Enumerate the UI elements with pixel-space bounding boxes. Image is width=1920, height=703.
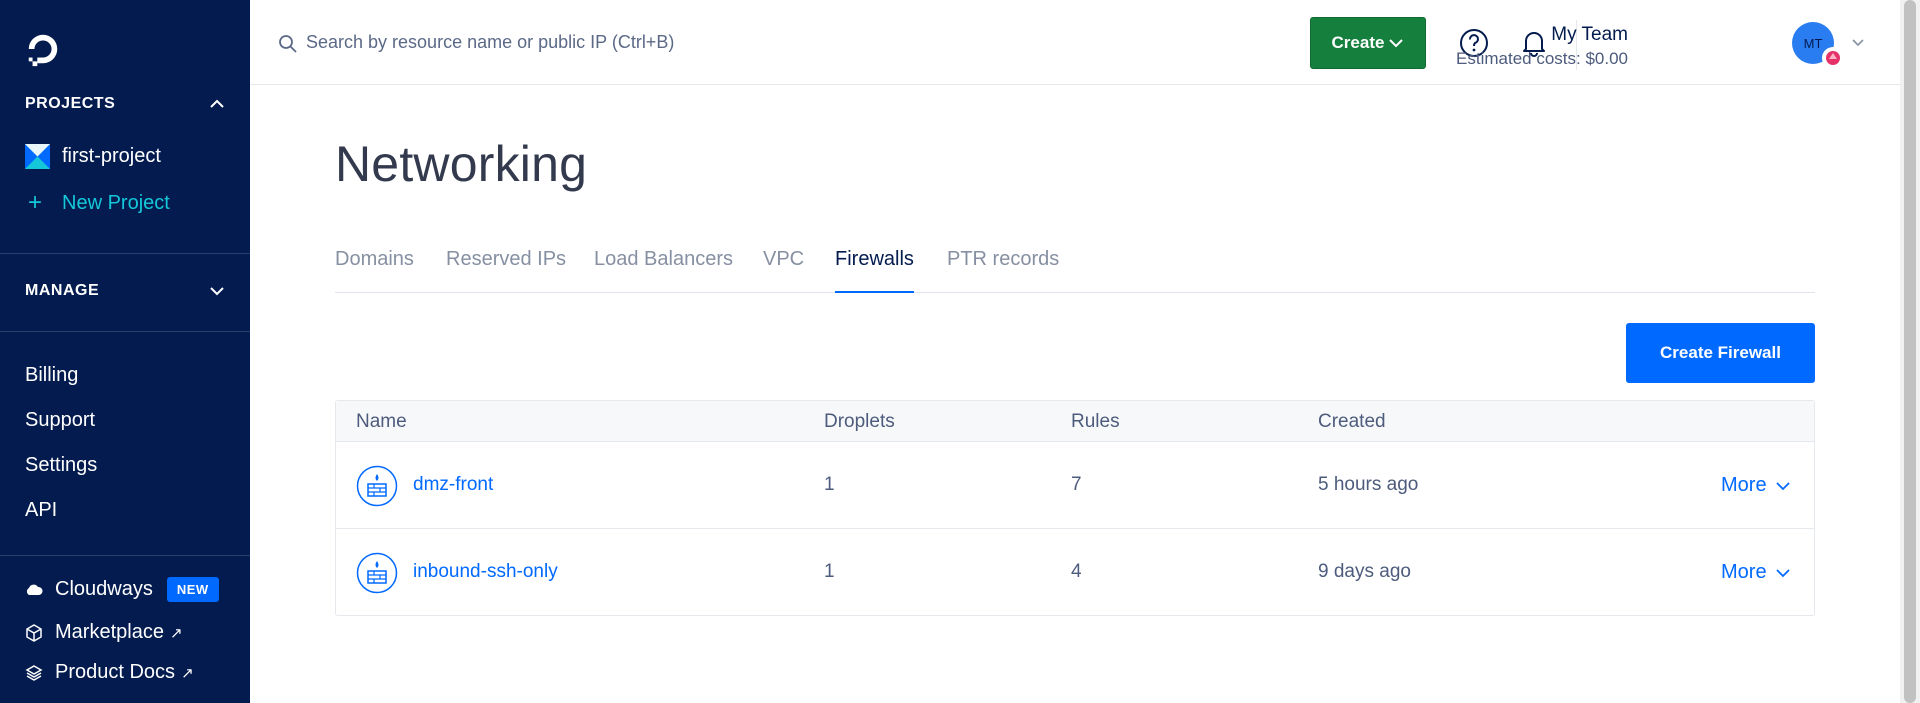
firewalls-table: Name Droplets Rules Created dmz-front 1 … [335, 400, 1815, 616]
cloudways-label: Cloudways [55, 578, 153, 600]
table-row: dmz-front 1 7 5 hours ago More [336, 442, 1814, 529]
marketplace-label: Marketplace [55, 621, 164, 643]
scrollbar-thumb[interactable] [1904, 0, 1916, 703]
cube-icon [26, 623, 42, 642]
manage-heading: MANAGE [25, 282, 100, 299]
product-docs-label: Product Docs [55, 661, 176, 683]
sidebar-item-settings[interactable]: Settings [25, 454, 97, 477]
digitalocean-logo-icon[interactable] [24, 30, 62, 68]
alert-badge-icon [1822, 47, 1844, 69]
chevron-down-icon[interactable] [1850, 34, 1866, 50]
new-project-link[interactable]: + New Project [28, 191, 170, 215]
rules-count: 4 [1071, 561, 1082, 582]
droplets-count: 1 [824, 561, 835, 582]
created-time: 5 hours ago [1318, 474, 1419, 495]
new-badge: NEW [166, 577, 219, 602]
external-link-icon: ↗ [169, 624, 183, 642]
chevron-up-icon [210, 99, 224, 108]
more-menu-button[interactable]: More [1721, 474, 1791, 497]
sidebar: PROJECTS first-project + New Project MAN… [0, 0, 250, 703]
external-link-icon: ↗ [181, 664, 194, 682]
firewall-icon [356, 552, 398, 594]
create-button[interactable]: Create [1310, 17, 1426, 69]
sidebar-item-marketplace[interactable]: Marketplace ↗ [25, 621, 183, 644]
sidebar-item-product-docs[interactable]: Product Docs ↗ [25, 661, 194, 684]
column-header-droplets: Droplets [824, 411, 895, 432]
search-input[interactable] [306, 26, 826, 58]
sidebar-item-billing[interactable]: Billing [25, 364, 78, 387]
search-icon [279, 35, 297, 53]
table-header: Name Droplets Rules Created [336, 401, 1814, 442]
sidebar-divider [0, 331, 250, 332]
top-bar: Create My Team Estimated costs: $0.00 MT [250, 0, 1900, 85]
chevron-down-icon [1775, 481, 1790, 490]
created-time: 9 days ago [1318, 561, 1411, 582]
firewall-name-link[interactable]: dmz-front [413, 474, 493, 496]
projects-heading: PROJECTS [25, 95, 116, 112]
team-name[interactable]: My Team [1551, 24, 1628, 46]
sidebar-item-api[interactable]: API [25, 499, 57, 522]
rules-count: 7 [1071, 474, 1082, 495]
create-firewall-button[interactable]: Create Firewall [1626, 323, 1815, 383]
cloud-icon [26, 584, 43, 595]
avatar-initials: MT [1803, 35, 1823, 51]
more-menu-button[interactable]: More [1721, 561, 1791, 584]
tab-ptr-records[interactable]: PTR records [947, 248, 1059, 293]
column-header-rules: Rules [1071, 411, 1120, 432]
scrollbar[interactable] [1900, 0, 1920, 703]
manage-section-toggle[interactable]: MANAGE [25, 282, 225, 300]
firewall-name-link[interactable]: inbound-ssh-only [413, 561, 558, 583]
sidebar-divider [0, 253, 250, 254]
project-icon [25, 144, 50, 169]
droplets-count: 1 [824, 474, 835, 495]
projects-section-toggle[interactable]: PROJECTS [25, 95, 225, 113]
more-label: More [1721, 561, 1767, 583]
page-title: Networking [335, 136, 588, 192]
firewall-icon [356, 465, 398, 507]
chevron-down-icon [1775, 568, 1790, 577]
column-header-created: Created [1318, 411, 1386, 432]
column-header-name: Name [356, 411, 407, 432]
networking-tabs: Domains Reserved IPs Load Balancers VPC … [335, 248, 1815, 293]
project-name: first-project [62, 145, 161, 167]
create-label: Create [1331, 33, 1385, 52]
sidebar-divider [0, 555, 250, 556]
plus-icon: + [28, 189, 43, 216]
tab-firewalls[interactable]: Firewalls [835, 248, 914, 293]
estimated-costs: Estimated costs: $0.00 [1456, 49, 1628, 68]
tab-load-balancers[interactable]: Load Balancers [594, 248, 733, 293]
tab-vpc[interactable]: VPC [763, 248, 804, 293]
chevron-down-icon [210, 287, 224, 296]
table-row: inbound-ssh-only 1 4 9 days ago More [336, 529, 1814, 616]
sidebar-item-first-project[interactable]: first-project [25, 144, 161, 169]
tab-domains[interactable]: Domains [335, 248, 414, 293]
chevron-down-icon [1389, 39, 1404, 48]
layers-icon [25, 664, 43, 681]
sidebar-item-cloudways[interactable]: Cloudways NEW [25, 577, 219, 602]
more-label: More [1721, 474, 1767, 496]
new-project-label: New Project [62, 191, 170, 214]
tab-reserved-ips[interactable]: Reserved IPs [446, 248, 566, 293]
sidebar-item-support[interactable]: Support [25, 409, 95, 432]
